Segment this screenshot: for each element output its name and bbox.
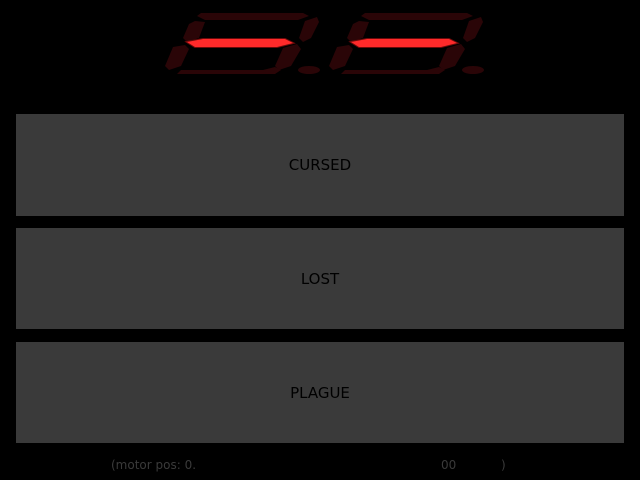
choice-label: CURSED bbox=[288, 156, 352, 174]
digit-1-segment-b bbox=[299, 17, 319, 42]
digit-1-decimal-point bbox=[298, 66, 320, 74]
digit-1-segment-e bbox=[165, 45, 189, 70]
motor-pos-label: (motor pos: 0. bbox=[111, 458, 197, 472]
digit-2-segment-d bbox=[341, 67, 445, 74]
motor-pos-close: ) bbox=[501, 458, 506, 472]
choice-label: PLAGUE bbox=[290, 383, 350, 402]
seven-segment-display bbox=[0, 0, 640, 100]
choice-button-cursed[interactable]: CURSED bbox=[16, 114, 624, 216]
seven-segment-digits bbox=[165, 13, 484, 74]
choice-button-lost[interactable]: LOST bbox=[16, 228, 624, 329]
digit-2-decimal-point bbox=[462, 66, 484, 74]
digit-2-segment-c bbox=[439, 44, 465, 70]
digit-2-segment-a bbox=[361, 13, 473, 20]
digit-2-segment-e bbox=[329, 45, 353, 70]
digit-2-segment-g bbox=[351, 39, 457, 47]
digit-1-segment-a bbox=[197, 13, 309, 20]
digit-1-segment-g bbox=[187, 39, 293, 47]
choice-button-plague[interactable]: PLAGUE bbox=[16, 342, 624, 443]
digit-2-segment-b bbox=[463, 17, 483, 42]
choice-label: LOST bbox=[300, 269, 340, 288]
motor-pos-value: 00 bbox=[441, 458, 457, 472]
digit-1-segment-c bbox=[275, 44, 301, 70]
screen: CURSED LOST PLAGUE (motor pos: 0. 00 ) bbox=[0, 0, 640, 480]
digit-1-segment-d bbox=[177, 67, 281, 74]
